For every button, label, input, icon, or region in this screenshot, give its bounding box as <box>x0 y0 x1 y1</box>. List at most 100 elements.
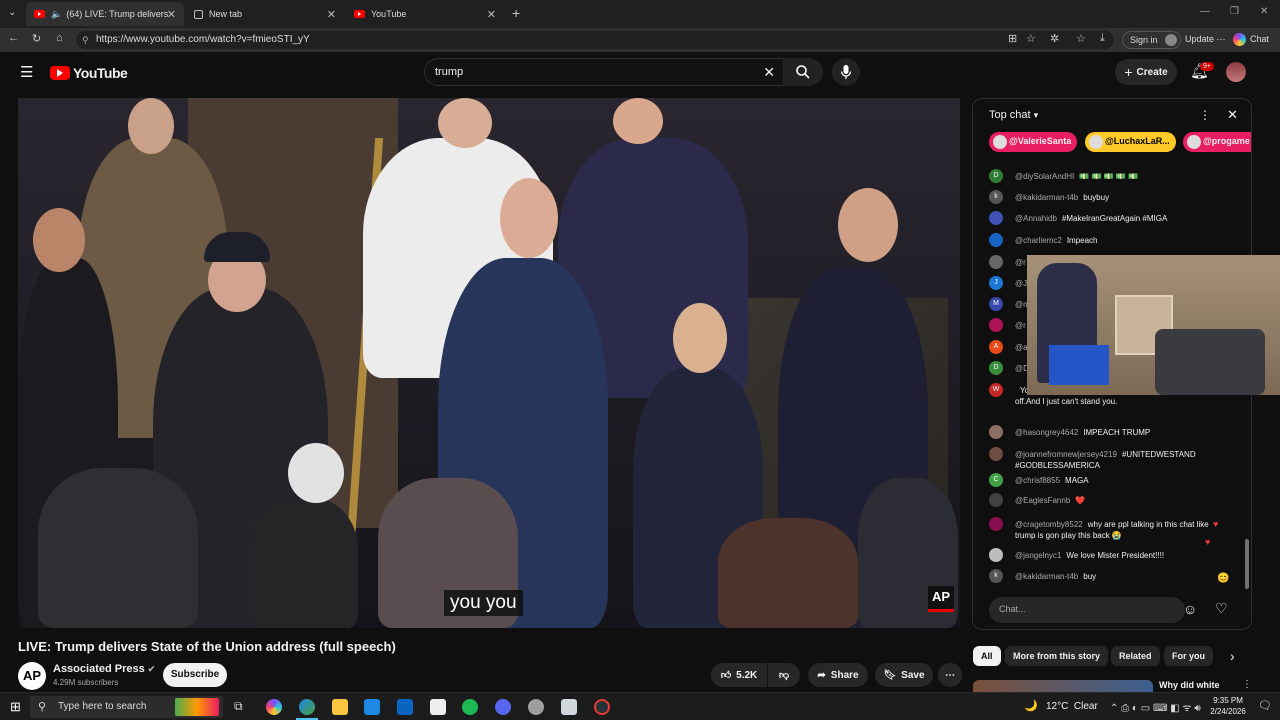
search-input[interactable]: trump ✕ <box>424 58 786 86</box>
chat-author-avatar[interactable] <box>989 233 1003 247</box>
chat-author-avatar[interactable]: M <box>989 297 1003 311</box>
chat-author-avatar[interactable]: k <box>989 569 1003 583</box>
back-arrow-icon[interactable]: ← <box>8 32 19 44</box>
chat-author-name[interactable]: @chrisf8855 <box>1015 476 1060 485</box>
microsoft-store-icon[interactable] <box>364 699 380 715</box>
chip-related[interactable]: Related <box>1111 646 1160 666</box>
favorite-star-icon[interactable]: ☆ <box>1026 32 1036 45</box>
discord-icon[interactable] <box>495 699 511 715</box>
youtube-logo[interactable]: YouTube <box>50 65 128 81</box>
spotify-icon[interactable] <box>462 699 478 715</box>
chat-author-name[interactable]: @hasongrey4642 <box>1015 428 1078 437</box>
super-chat-ticker[interactable]: @progame <box>1183 132 1251 152</box>
chat-author-name[interactable]: @r <box>1015 321 1026 330</box>
system-tray-icons[interactable]: ⌃ ⎙ ◐ ▭ ⌨ ◧ ᯤ 🔊︎ <box>1110 700 1201 714</box>
close-tab-icon[interactable]: ✕ <box>327 8 336 21</box>
clock-time[interactable]: 9:35 PM <box>1208 696 1248 705</box>
hamburger-menu-icon[interactable]: ☰ <box>20 63 33 81</box>
chat-author-name[interactable]: @kakidarman-t4b <box>1015 193 1078 202</box>
app-available-icon[interactable]: ⊞ <box>1008 32 1017 45</box>
close-tab-icon[interactable]: ✕ <box>487 8 496 21</box>
chat-author-name[interactable]: @J <box>1015 279 1027 288</box>
chip-all[interactable]: All <box>973 646 1001 666</box>
update-button[interactable]: Update ⋯ <box>1178 31 1233 49</box>
tab-list-chevron-icon[interactable]: ⌄ <box>8 7 16 18</box>
super-chat-ticker[interactable]: @ValerieSanta <box>989 132 1078 152</box>
chat-author-name[interactable]: @jangelnyc1 <box>1015 551 1061 560</box>
notification-center-icon[interactable]: 🗨︎ <box>1258 699 1272 712</box>
refresh-icon[interactable]: ↻ <box>32 32 41 45</box>
chat-author-avatar[interactable] <box>989 318 1003 332</box>
sign-in-button[interactable]: Sign in <box>1122 31 1181 49</box>
close-tab-icon[interactable]: ✕ <box>167 8 176 21</box>
chat-author-avatar[interactable] <box>989 493 1003 507</box>
copilot-chat-button[interactable]: Chat <box>1230 31 1276 49</box>
mail-icon[interactable] <box>397 699 413 715</box>
channel-name[interactable]: Associated Press ✔ <box>53 663 155 675</box>
chat-author-avatar[interactable]: D <box>989 361 1003 375</box>
chat-author-avatar[interactable]: k <box>989 190 1003 204</box>
speaker-icon[interactable]: 🔈 <box>51 9 62 20</box>
chat-author-avatar[interactable] <box>989 211 1003 225</box>
chat-author-name[interactable]: @cragetomby8522 <box>1015 520 1083 529</box>
extensions-icon[interactable]: ✲ <box>1050 32 1059 45</box>
chat-author-avatar[interactable]: D <box>989 169 1003 183</box>
weather-moon-icon[interactable]: 🌙 <box>1024 699 1038 712</box>
subscribe-button[interactable]: Subscribe <box>163 663 227 687</box>
chat-author-name[interactable]: @kakidarman-t4b <box>1015 572 1078 581</box>
file-explorer-icon[interactable] <box>332 699 348 715</box>
new-tab-plus-icon[interactable]: + <box>512 5 520 21</box>
edge-browser-icon[interactable] <box>299 699 315 715</box>
more-actions-button[interactable]: ⋯ <box>938 663 962 687</box>
search-button[interactable] <box>783 58 823 86</box>
chat-author-avatar[interactable]: A <box>989 340 1003 354</box>
chip-for-you[interactable]: For you <box>1164 646 1213 666</box>
chat-author-name[interactable]: @diySolarAndHI <box>1015 172 1074 181</box>
chat-author-avatar[interactable] <box>989 255 1003 269</box>
chat-author-avatar[interactable] <box>989 447 1003 461</box>
site-info-icon[interactable]: ⚲ <box>82 34 89 46</box>
favorites-icon[interactable]: ☆ <box>1076 32 1086 45</box>
weather-text[interactable]: 12°C Clear <box>1046 701 1098 712</box>
like-button[interactable]: 👍︎ 5.2K <box>711 663 767 687</box>
chip-more-from-this-story[interactable]: More from this story <box>1005 646 1109 666</box>
tab-new-tab[interactable]: New tab ✕ <box>186 2 344 26</box>
maximize-icon[interactable]: ❐ <box>1230 6 1239 17</box>
more-vert-icon[interactable]: ⋮ <box>1199 108 1211 122</box>
tab-youtube[interactable]: YouTube ✕ <box>346 2 504 26</box>
dislike-button[interactable]: 👎︎ <box>768 663 800 687</box>
heart-button-icon[interactable]: ♡ <box>1215 600 1228 617</box>
chevron-right-icon[interactable]: › <box>1230 648 1235 664</box>
recommendation-title[interactable]: Why did white <box>1159 680 1220 690</box>
save-button[interactable]: 🔖︎ Save <box>875 663 933 687</box>
chat-scrollbar[interactable] <box>1245 539 1249 589</box>
tab-youtube-live[interactable]: 🔈 (64) LIVE: Trump delivers State of ✕ <box>26 2 184 26</box>
clock-date[interactable]: 2/24/2026 <box>1204 707 1252 716</box>
home-icon[interactable]: ⌂ <box>56 32 63 44</box>
chat-author-name[interactable]: @r <box>1015 258 1026 267</box>
create-button[interactable]: + Create <box>1115 59 1177 85</box>
chat-author-name[interactable]: @joannefromnewjersey4219 <box>1015 450 1117 459</box>
chat-author-name[interactable]: @Annahidb <box>1015 214 1057 223</box>
chat-author-avatar[interactable] <box>989 425 1003 439</box>
voice-search-button[interactable] <box>832 58 860 86</box>
video-player[interactable]: you you AP <box>18 98 960 628</box>
chat-author-avatar[interactable] <box>989 548 1003 562</box>
address-bar[interactable]: ⚲ https://www.youtube.com/watch?v=fmieoS… <box>76 31 1114 49</box>
more-vert-icon[interactable]: ⋮ <box>1242 679 1252 690</box>
emoji-picker-icon[interactable]: ☺ <box>1183 601 1197 617</box>
taskbar-search-input[interactable]: ⚲ Type here to search <box>30 696 223 718</box>
chat-author-avatar[interactable]: J <box>989 276 1003 290</box>
chat-author-avatar[interactable] <box>989 517 1003 531</box>
chevron-down-icon[interactable]: ▾ <box>1034 110 1039 120</box>
downloads-icon[interactable]: ⤓ <box>1100 32 1105 45</box>
channel-avatar[interactable]: AP <box>18 662 46 690</box>
chat-author-name[interactable]: @n <box>1015 300 1028 309</box>
recommendation-thumbnail[interactable] <box>973 680 1153 692</box>
chat-input[interactable]: Chat... <box>989 597 1185 623</box>
app-icon[interactable] <box>561 699 577 715</box>
chat-author-name[interactable]: @a <box>1015 343 1028 352</box>
notepad-icon[interactable] <box>430 699 446 715</box>
chat-author-avatar[interactable]: W <box>989 383 1003 397</box>
chat-author-avatar[interactable]: C <box>989 473 1003 487</box>
